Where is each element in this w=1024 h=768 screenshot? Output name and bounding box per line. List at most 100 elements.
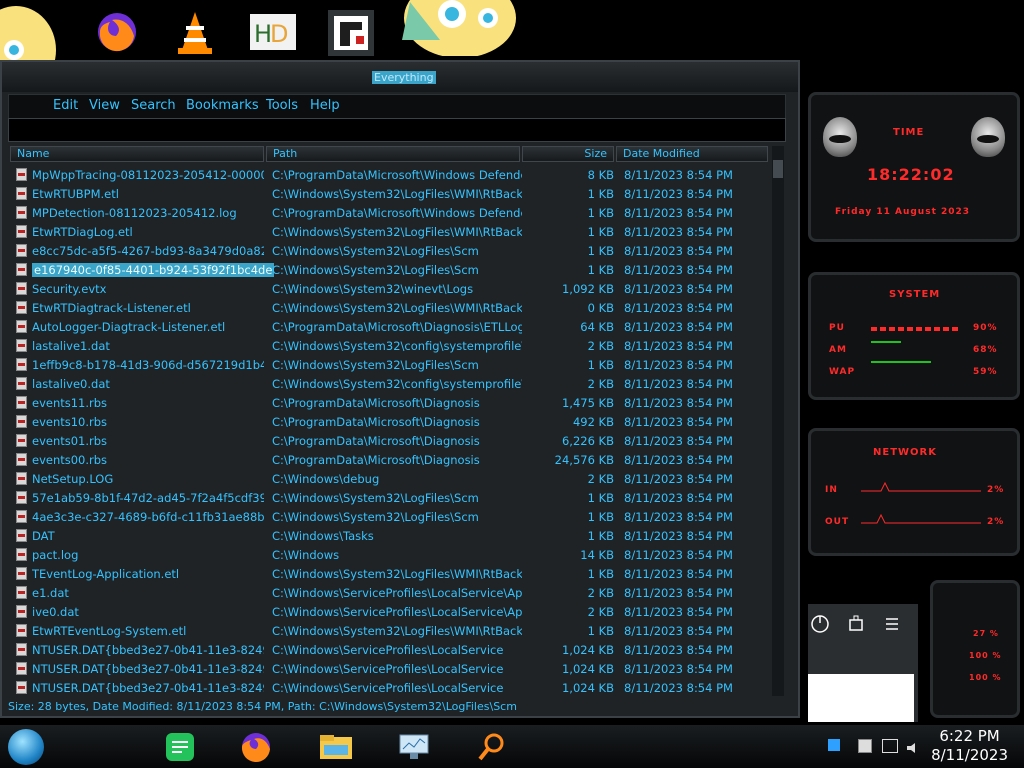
file-size: 1 KB [587,510,614,524]
ram-label: AM [829,345,847,355]
table-row[interactable]: EtwRTDiagLog.etl C:\Windows\System32\LogF… [10,223,768,242]
file-path: C:\ProgramData\Microsoft\Diagnosis [272,453,480,467]
table-row[interactable]: NTUSER.DAT{bbed3e27-0b41-11e3-8249-d6...… [10,660,768,679]
file-path: C:\Windows\ServiceProfiles\LocalService [272,662,504,676]
power-icon[interactable] [810,614,830,634]
table-row[interactable]: NetSetup.LOG C:\Windows\debug 2 KB 8/11/202… [10,470,768,489]
file-icon [16,358,27,371]
table-row[interactable]: ive0.dat C:\Windows\ServiceProfiles\Local… [10,603,768,622]
file-size: 8 KB [587,168,614,182]
file-path: C:\Windows\ServiceProfiles\LocalService [272,681,504,695]
app-desktop-icon[interactable] [326,8,376,56]
taskbar-firefox-icon[interactable] [236,731,276,763]
network-out-label: OUT [825,517,850,527]
table-row[interactable]: Security.evtx C:\Windows\System32\winevt\… [10,280,768,299]
taskbar-monitor-icon[interactable] [394,731,434,763]
file-name: MPDetection-08112023-205412.log [32,206,237,220]
taskbar-search-icon[interactable] [472,731,512,763]
vlc-desktop-icon[interactable] [170,8,220,56]
table-row[interactable]: e1.dat C:\Windows\ServiceProfiles\LocalSe… [10,584,768,603]
side-panel [808,604,918,722]
table-row[interactable]: events10.rbs C:\ProgramData\Microsoft\Dia… [10,413,768,432]
table-row[interactable]: NTUSER.DAT{bbed3e27-0b41-11e3-8249-d6...… [10,641,768,660]
table-row[interactable]: TEventLog-Application.etl C:\Windows\Syst… [10,565,768,584]
table-row[interactable]: events11.rbs C:\ProgramData\Microsoft\Dia… [10,394,768,413]
network-title: NETWORK [873,447,938,458]
table-row[interactable]: EtwRTEventLog-System.etl C:\Windows\Syste… [10,622,768,641]
file-date: 8/11/2023 8:54 PM [624,548,733,562]
file-name: NTUSER.DAT{bbed3e27-0b41-11e3-8249-d6... [32,643,264,657]
table-row[interactable]: 1effb9c8-b178-41d3-906d-d567219d1b46 C:\W… [10,356,768,375]
file-date: 8/11/2023 8:54 PM [624,586,733,600]
file-path: C:\Windows\System32\winevt\Logs [272,282,474,296]
column-date[interactable]: Date Modified [616,146,768,162]
file-size: 1,024 KB [561,681,614,695]
table-row[interactable]: DAT C:\Windows\Tasks 1 KB 8/11/2023 8:54 PM [10,527,768,546]
taskbar-clock[interactable]: 6:22 PM 8/11/2023 [931,727,1008,765]
file-size: 1,024 KB [561,643,614,657]
menu-tools[interactable]: Tools [266,98,298,113]
tray-volume-icon[interactable] [906,739,920,753]
file-name: e1.dat [32,586,69,600]
time-widget: TIME 18:22:02 Friday 11 August 2023 [808,92,1020,242]
file-date: 8/11/2023 8:54 PM [624,662,733,676]
column-path[interactable]: Path [266,146,520,162]
menu-search[interactable]: Search [131,98,176,113]
file-name: ive0.dat [32,605,79,619]
file-icon [16,415,27,428]
table-row[interactable]: lastalive1.dat C:\Windows\System32\config… [10,337,768,356]
taskbar-explorer-icon[interactable] [316,731,356,763]
panel-content [808,674,914,722]
menu-bookmarks[interactable]: Bookmarks [186,98,259,113]
file-path: C:\Windows\System32\LogFiles\Scm [272,244,479,258]
file-icon [16,453,27,466]
file-size: 1,475 KB [561,396,614,410]
taskbar-notes-icon[interactable] [160,731,200,763]
table-row[interactable]: NTUSER.DAT{bbed3e27-0b41-11e3-8249-d6...… [10,679,768,696]
table-row[interactable]: EtwRTDiagtrack-Listener.etl C:\Windows\Sy… [10,299,768,318]
firefox-desktop-icon[interactable] [92,8,142,56]
tray-security-icon[interactable] [858,739,872,753]
start-button[interactable] [8,729,44,765]
table-row[interactable]: MpWppTracing-08112023-205412-00000003-..… [10,166,768,185]
title-bar[interactable]: Everything [2,62,798,92]
table-row[interactable]: AutoLogger-Diagtrack-Listener.etl C:\Prog… [10,318,768,337]
vertical-scrollbar[interactable] [772,146,784,696]
file-icon [16,320,27,333]
file-icon [16,586,27,599]
file-date: 8/11/2023 8:54 PM [624,339,733,353]
table-row[interactable]: e167940c-0f85-4401-b924-53f92f1bc4de C:\W… [10,261,768,280]
table-row[interactable]: 57e1ab59-8b1f-47d2-ad45-7f2a4f5cdf39 C:\W… [10,489,768,508]
file-icon [16,282,27,295]
column-size[interactable]: Size [522,146,614,162]
menu-help[interactable]: Help [310,98,340,113]
menu-bar: Edit View Search Bookmarks Tools Help [8,94,786,120]
tray-app-icon[interactable] [828,739,840,751]
table-row[interactable]: lastalive0.dat C:\Windows\System32\config… [10,375,768,394]
extension-icon[interactable] [846,614,866,634]
table-row[interactable]: EtwRTUBPM.etl C:\Windows\System32\LogFile… [10,185,768,204]
file-icon [16,491,27,504]
search-input[interactable] [8,118,786,142]
file-size: 1 KB [587,358,614,372]
file-size: 6,226 KB [561,434,614,448]
menu-edit[interactable]: Edit [53,98,78,113]
table-row[interactable]: e8cc75dc-a5f5-4267-bd93-8a3479d0a822 C:\W… [10,242,768,261]
extra-value-1: 27 % [973,629,999,638]
menu-icon[interactable] [882,614,902,634]
file-path: C:\Windows\System32\LogFiles\WMI\RtBacku… [272,624,522,638]
tray-network-icon[interactable] [882,739,898,753]
table-row[interactable]: events00.rbs C:\ProgramData\Microsoft\Dia… [10,451,768,470]
file-date: 8/11/2023 8:54 PM [624,263,733,277]
hxd-desktop-icon[interactable]: HD [248,8,298,56]
menu-view[interactable]: View [89,98,120,113]
table-row[interactable]: pact.log C:\Windows 14 KB 8/11/2023 8:54 PM [10,546,768,565]
table-row[interactable]: MPDetection-08112023-205412.log C:\Progra… [10,204,768,223]
file-name: lastalive1.dat [32,339,110,353]
table-row[interactable]: events01.rbs C:\ProgramData\Microsoft\Dia… [10,432,768,451]
column-name[interactable]: Name [10,146,264,162]
system-widget: SYSTEM PU AM WAP 90% 68% 59% [808,272,1020,400]
table-row[interactable]: 4ae3c3e-c327-4689-b6fd-c11fb31ae88b C:\Wi… [10,508,768,527]
file-size: 64 KB [580,320,614,334]
file-date: 8/11/2023 8:54 PM [624,453,733,467]
